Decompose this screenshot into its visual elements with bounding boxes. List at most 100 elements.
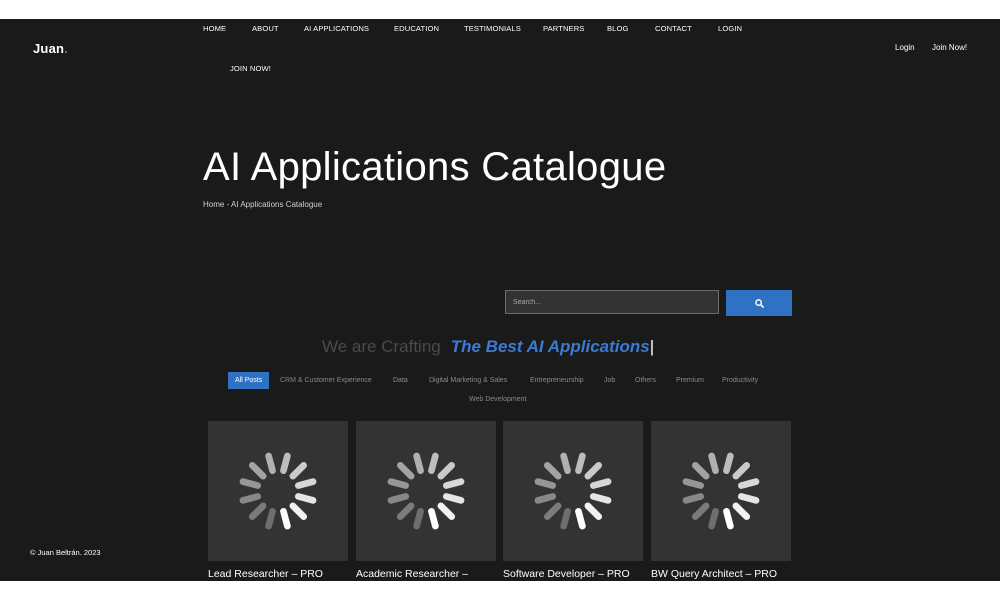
card-title[interactable]: Academic Researcher –: [356, 568, 496, 580]
filter-crm-customer-experience[interactable]: CRM & Customer Experience: [280, 377, 372, 384]
nav-item-about[interactable]: ABOUT: [252, 24, 279, 33]
spinner-spoke: [437, 502, 456, 521]
page: Juan. HOME ABOUT AI APPLICATIONS EDUCATI…: [0, 19, 1000, 581]
nav-item-ai-applications[interactable]: AI APPLICATIONS: [304, 24, 369, 33]
loading-spinner-icon: [534, 452, 612, 530]
nav-item-login[interactable]: LOGIN: [718, 24, 742, 33]
spinner-spoke: [682, 493, 705, 504]
spinner-spoke: [682, 478, 705, 489]
spinner-spoke: [442, 478, 465, 489]
spinner-spoke: [560, 452, 571, 475]
copyright: © Juan Beltrán. 2023: [30, 548, 101, 557]
spinner-spoke: [732, 502, 751, 521]
card-thumbnail[interactable]: [503, 421, 643, 561]
card-lead-researcher[interactable]: Lead Researcher – PRO: [208, 421, 348, 580]
spinner-spoke: [708, 507, 719, 530]
spinner-spoke: [723, 452, 734, 475]
filter-digital-marketing-sales[interactable]: Digital Marketing & Sales: [429, 377, 507, 384]
card-thumbnail[interactable]: [208, 421, 348, 561]
tagline-accent-text: The Best AI Applications: [450, 337, 650, 356]
spinner-spoke: [248, 502, 267, 521]
spinner-spoke: [560, 507, 571, 530]
spinner-spoke: [708, 452, 719, 475]
nav-item-join-now[interactable]: JOIN NOW!: [230, 64, 271, 73]
filter-job[interactable]: Job: [604, 377, 615, 384]
spinner-spoke: [413, 452, 424, 475]
spinner-spoke: [280, 452, 291, 475]
filter-web-development[interactable]: Web Development: [469, 396, 526, 403]
spinner-spoke: [387, 478, 410, 489]
tagline: We are Crafting The Best AI Applications|: [322, 337, 654, 357]
spinner-spoke: [589, 493, 612, 504]
spinner-spoke: [248, 461, 267, 480]
spinner-spoke: [691, 502, 710, 521]
spinner-spoke: [723, 507, 734, 530]
spinner-spoke: [543, 502, 562, 521]
spinner-spoke: [387, 493, 410, 504]
spinner-spoke: [428, 507, 439, 530]
typing-caret: |: [649, 337, 655, 356]
spinner-spoke: [294, 493, 317, 504]
loading-spinner-icon: [239, 452, 317, 530]
nav-item-education[interactable]: EDUCATION: [394, 24, 439, 33]
filter-data[interactable]: Data: [393, 377, 408, 384]
card-title[interactable]: Software Developer – PRO: [503, 568, 643, 580]
card-title[interactable]: Lead Researcher – PRO: [208, 568, 348, 580]
spinner-spoke: [442, 493, 465, 504]
filter-others[interactable]: Others: [635, 377, 656, 384]
nav-item-contact[interactable]: CONTACT: [655, 24, 692, 33]
spinner-spoke: [543, 461, 562, 480]
spinner-spoke: [294, 478, 317, 489]
loading-spinner-icon: [682, 452, 760, 530]
spinner-spoke: [396, 502, 415, 521]
logo-text: Juan: [33, 41, 65, 56]
card-thumbnail[interactable]: [651, 421, 791, 561]
spinner-spoke: [428, 452, 439, 475]
spinner-spoke: [575, 452, 586, 475]
card-software-developer[interactable]: Software Developer – PRO: [503, 421, 643, 580]
card-academic-researcher[interactable]: Academic Researcher –: [356, 421, 496, 580]
nav-item-home[interactable]: HOME: [203, 24, 226, 33]
spinner-spoke: [584, 502, 603, 521]
filter-premium[interactable]: Premium: [676, 377, 704, 384]
spinner-spoke: [575, 507, 586, 530]
spinner-spoke: [737, 493, 760, 504]
spinner-spoke: [265, 507, 276, 530]
card-bw-query-architect[interactable]: BW Query Architect – PRO: [651, 421, 791, 580]
join-now-link[interactable]: Join Now!: [932, 43, 967, 52]
nav-item-partners[interactable]: PARTNERS: [543, 24, 584, 33]
spinner-spoke: [589, 478, 612, 489]
nav-item-testimonials[interactable]: TESTIMONIALS: [464, 24, 521, 33]
filter-productivity[interactable]: Productivity: [722, 377, 758, 384]
spinner-spoke: [413, 507, 424, 530]
search-input[interactable]: [505, 290, 719, 314]
spinner-spoke: [289, 461, 308, 480]
card-thumbnail[interactable]: [356, 421, 496, 561]
spinner-spoke: [437, 461, 456, 480]
spinner-spoke: [534, 478, 557, 489]
filter-entrepreneurship[interactable]: Entrepreneurship: [530, 377, 584, 384]
filter-all-posts[interactable]: All Posts: [228, 372, 270, 389]
search-icon: [754, 298, 764, 308]
spinner-spoke: [239, 478, 262, 489]
spinner-spoke: [584, 461, 603, 480]
card-title[interactable]: BW Query Architect – PRO: [651, 568, 791, 580]
spinner-spoke: [239, 493, 262, 504]
spinner-spoke: [534, 493, 557, 504]
spinner-spoke: [289, 502, 308, 521]
logo-dot: .: [64, 41, 68, 56]
logo[interactable]: Juan.: [33, 41, 68, 56]
spinner-spoke: [396, 461, 415, 480]
tagline-muted: We are Crafting: [322, 337, 441, 356]
nav-item-blog[interactable]: BLOG: [607, 24, 629, 33]
page-title: AI Applications Catalogue: [203, 145, 667, 189]
spinner-spoke: [265, 452, 276, 475]
search-button[interactable]: [726, 290, 792, 316]
breadcrumb: Home - AI Applications Catalogue: [203, 200, 323, 209]
spinner-spoke: [737, 478, 760, 489]
spinner-spoke: [691, 461, 710, 480]
spinner-spoke: [732, 461, 751, 480]
login-link[interactable]: Login: [895, 43, 915, 52]
loading-spinner-icon: [387, 452, 465, 530]
spinner-spoke: [280, 507, 291, 530]
